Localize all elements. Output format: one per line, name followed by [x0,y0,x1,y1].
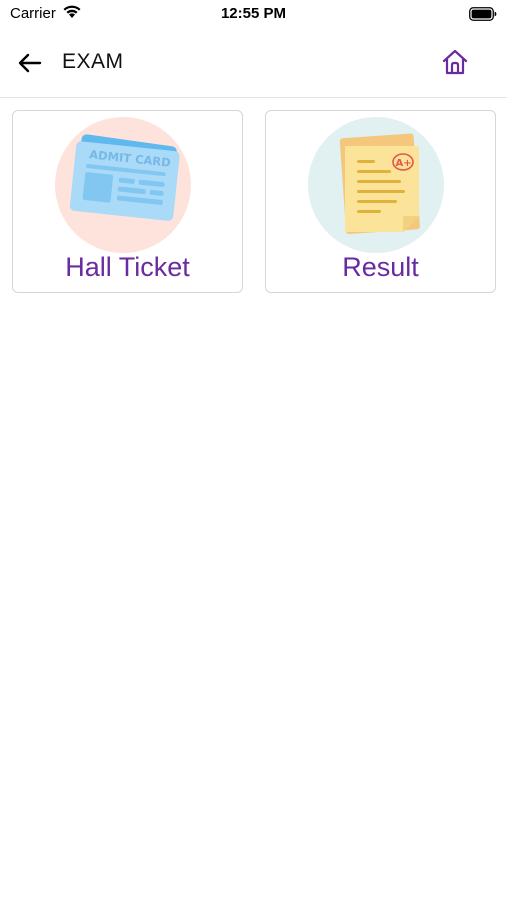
result-sheet-illustration: A+ [307,116,445,254]
arrow-left-icon [18,53,42,73]
battery-icon [469,7,497,26]
app-header: EXAM [0,40,507,98]
home-icon [442,49,468,75]
page-title: EXAM [62,50,124,73]
result-card[interactable]: A+ Result [265,110,496,293]
back-button[interactable] [14,48,46,78]
status-bar: Carrier 12:55 PM [0,0,507,28]
result-label: Result [342,252,419,282]
grade-text: A+ [396,158,412,169]
admit-card-illustration: ADMIT CARD [54,116,192,254]
home-button[interactable] [438,44,472,80]
hall-ticket-label: Hall Ticket [65,252,190,282]
hall-ticket-card[interactable]: ADMIT CARD Hall Ticket [12,110,243,293]
status-time: 12:55 PM [220,5,287,22]
